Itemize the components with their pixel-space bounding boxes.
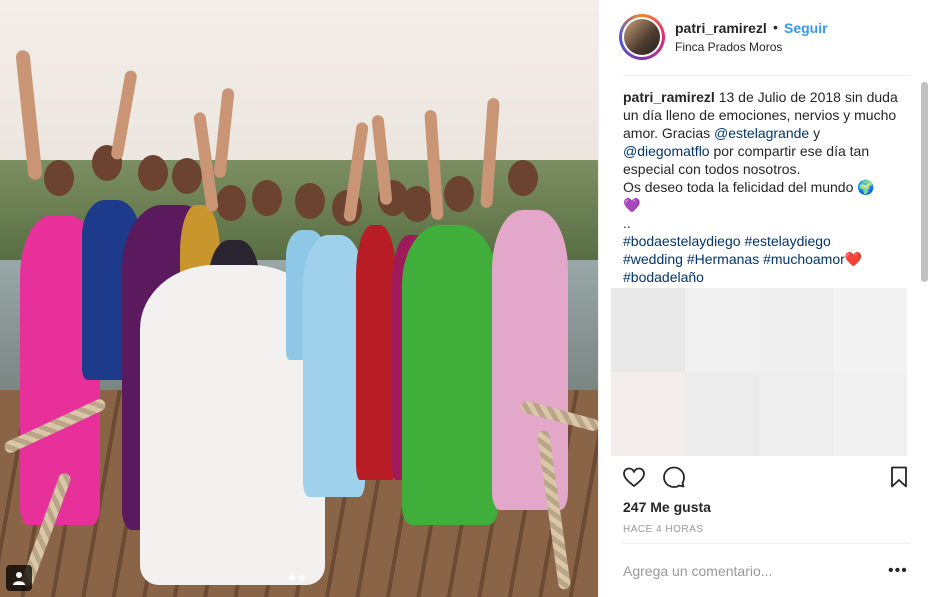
purple-heart-emoji: 💜 [623,197,641,213]
avatar[interactable] [619,14,665,60]
carousel-dot-2[interactable] [299,575,305,581]
placeholder-tile [611,288,685,372]
head [295,183,325,219]
comment-glyph [663,466,685,488]
caption-text-2: y [809,125,821,141]
hashtag-bodaestelaydiego[interactable]: #bodaestelaydiego [623,233,741,249]
header-username[interactable]: patri_ramirezl [675,20,767,36]
caption-tags-3: #bodadelaño [623,268,901,286]
user-tag-glyph [13,572,25,585]
mention-diegomatflo[interactable]: @diegomatflo [623,143,710,159]
header-separator: • [773,19,778,35]
heart-glyph [623,467,645,488]
comment-input[interactable]: Agrega un comentario... [623,563,772,579]
post-header: patri_ramirezl • Seguir Finca Prados Mor… [599,0,933,75]
post-photo[interactable] [0,0,598,597]
mention-estelagrande[interactable]: @estelagrande [714,125,809,141]
post-actions [599,460,933,496]
loading-placeholder [611,288,907,456]
bookmark-glyph [891,466,907,488]
placeholder-tile [759,372,833,456]
bookmark-icon[interactable] [886,464,912,490]
likes-count[interactable]: 247 Me gusta [623,499,711,515]
post-side-panel: patri_ramirezl • Seguir Finca Prados Mor… [598,0,933,597]
placeholder-tile [833,372,907,456]
placeholder-tile [685,372,759,456]
post-caption: patri_ramirezl 13 de Julio de 2018 sin d… [623,88,901,286]
divider [623,543,910,544]
dress-green [402,225,498,525]
head [444,176,474,212]
head [252,180,282,216]
carousel-dot-1[interactable] [289,575,295,581]
hashtag-hermanas[interactable]: #Hermanas [687,251,759,267]
head [172,158,202,194]
head [216,185,246,221]
caption-dots-text: .. [623,215,631,231]
post-timestamp[interactable]: HACE 4 HORAS [623,524,703,535]
red-heart-emoji: ❤️ [844,251,863,267]
caption-dots: .. [623,214,901,232]
carousel-dots[interactable] [289,575,305,581]
avatar-frame [622,17,662,57]
caption-line-2: Os deseo toda la felicidad del mundo 🌍 [623,178,901,196]
caption-paragraph: patri_ramirezl 13 de Julio de 2018 sin d… [623,88,901,178]
location-link[interactable]: Finca Prados Moros [675,40,782,54]
placeholder-tile [759,288,833,372]
caption-wish: Os deseo toda la felicidad del mundo 🌍 [623,179,875,195]
dress-red [356,225,396,480]
caption-scrollbar[interactable] [921,82,928,282]
hashtag-muchoamor[interactable]: #muchoamor [763,251,845,267]
dress-lilac [492,210,568,510]
user-tag-icon[interactable] [6,565,32,591]
placeholder-tile [611,372,685,456]
head [138,155,168,191]
divider [623,75,910,76]
avatar-image [624,19,660,55]
placeholder-tile [685,288,759,372]
heart-icon[interactable] [621,464,647,490]
hashtag-bodadelano[interactable]: #bodadelaño [623,269,704,285]
more-options-icon[interactable]: ••• [888,562,908,580]
head [44,160,74,196]
head [508,160,538,196]
hashtag-estelaydiego[interactable]: #estelaydiego [744,233,830,249]
head [402,186,432,222]
comment-icon[interactable] [661,464,687,490]
instagram-post: patri_ramirezl • Seguir Finca Prados Mor… [0,0,933,597]
caption-tags-2: #wedding #Hermanas #muchoamor❤️ [623,250,901,268]
caption-purple-heart: 💜 [623,196,901,214]
placeholder-tile [833,288,907,372]
caption-tags-1: #bodaestelaydiego #estelaydiego [623,232,901,250]
caption-username[interactable]: patri_ramirezl [623,89,715,105]
follow-button[interactable]: Seguir [784,20,828,36]
hashtag-wedding[interactable]: #wedding [623,251,683,267]
